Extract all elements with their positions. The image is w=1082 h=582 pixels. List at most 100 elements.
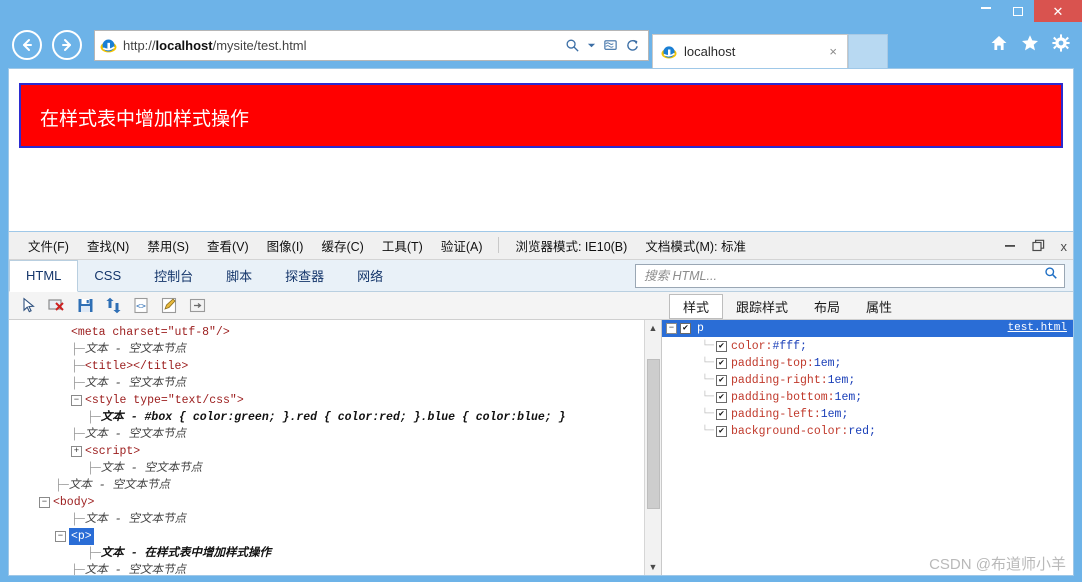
css-property-name[interactable]: padding-top: [731,357,814,370]
browser-mode-label[interactable]: 浏览器模式: IE10(B) [506,236,636,255]
css-property-value[interactable]: 1em; [814,357,842,370]
back-button[interactable] [12,30,42,60]
rptab-attributes[interactable]: 属性 [853,292,905,320]
search-input[interactable] [642,267,1044,284]
search-html-box[interactable] [635,263,1065,288]
dom-tree-row[interactable]: ├─ 文本 - 空文本节点 [9,426,661,443]
clear-selection-icon[interactable] [47,295,67,315]
search-icon[interactable] [1044,266,1058,285]
menu-images[interactable]: 图像(I) [258,236,313,255]
scroll-down-arrow-icon[interactable]: ▼ [644,558,661,575]
rptab-trace-styles[interactable]: 跟踪样式 [723,292,801,320]
style-source-link[interactable]: test.html [1008,322,1073,334]
dom-tree-row[interactable]: + <script> [9,443,661,460]
collapse-node-icon[interactable]: − [39,496,50,508]
tab-html[interactable]: HTML [9,259,79,293]
view-source-icon[interactable]: <> [131,295,151,315]
tab-profiler[interactable]: 探查器 [269,260,341,292]
devtools-close-button[interactable]: x [1061,240,1068,253]
refresh-icon[interactable] [625,38,640,53]
css-property-name[interactable]: padding-bottom: [731,391,835,404]
rptab-layout[interactable]: 布局 [801,292,853,320]
property-enabled-checkbox[interactable]: ✔ [716,374,728,386]
menu-find[interactable]: 查找(N) [78,236,138,255]
menu-view[interactable]: 查看(V) [198,236,258,255]
property-enabled-checkbox[interactable]: ✔ [716,391,728,403]
forward-button[interactable] [52,30,82,60]
scrollbar-thumb[interactable] [646,358,660,509]
property-enabled-checkbox[interactable]: ✔ [716,425,728,437]
rptab-styles[interactable]: 样式 [669,294,724,320]
menu-tools[interactable]: 工具(T) [373,236,432,255]
tab-console[interactable]: 控制台 [138,260,210,292]
dom-tree-scrollbar[interactable]: ▲ ▼ [644,319,661,575]
edit-icon[interactable] [159,295,179,315]
style-rule-row[interactable]: └─ ✔ padding-left: 1em; [662,406,1073,423]
style-rule-row[interactable]: └─ ✔ padding-top: 1em; [662,355,1073,372]
home-icon[interactable] [990,34,1008,57]
devtools-restore-button[interactable] [1031,239,1045,254]
document-mode-label[interactable]: 文档模式(M): 标准 [636,236,755,255]
dom-tree-row[interactable]: ├─ 文本 - 空文本节点 [9,511,661,528]
search-icon[interactable] [565,38,580,53]
style-rule-row[interactable]: └─ ✔ color: #fff; [662,338,1073,355]
css-property-value[interactable]: #fff; [772,340,807,353]
select-element-cursor-icon[interactable] [19,295,39,315]
outline-icon[interactable] [187,295,207,315]
css-property-name[interactable]: padding-right: [731,374,828,387]
dom-tree-row[interactable]: ├─ 文本 - 空文本节点 [9,562,661,575]
minimize-button[interactable] [970,0,1002,22]
menu-cache[interactable]: 缓存(C) [312,236,372,255]
expand-node-icon[interactable]: + [71,445,82,457]
dom-tree-row[interactable]: − <p> [9,527,661,545]
dom-tree-row[interactable]: ├─ 文本 - #box { color:green; }.red { color… [9,409,661,426]
menu-file[interactable]: 文件(F) [19,236,78,255]
menu-validate[interactable]: 验证(A) [432,236,492,255]
style-rule-row[interactable]: └─ ✔ background-color: red; [662,423,1073,440]
style-rule-row[interactable]: └─ ✔ padding-bottom: 1em; [662,389,1073,406]
dom-tree-row[interactable]: <meta charset="utf-8"/> [9,324,661,341]
menu-disable[interactable]: 禁用(S) [138,236,198,255]
rule-enabled-checkbox[interactable]: ✔ [680,322,691,334]
new-tab-button[interactable] [848,34,888,68]
property-enabled-checkbox[interactable]: ✔ [716,357,728,369]
css-property-value[interactable]: red; [848,425,876,438]
refresh-styles-icon[interactable] [103,295,123,315]
dom-tree-row[interactable]: ├─ 文本 - 空文本节点 [9,460,661,477]
style-rule-header[interactable]: − ✔ p test.html [662,319,1073,337]
css-property-name[interactable]: padding-left: [731,408,821,421]
dom-tree-row[interactable]: ├─ 文本 - 空文本节点 [9,375,661,392]
css-property-name[interactable]: color: [731,340,772,353]
dom-tree-row[interactable]: − <body> [9,494,661,511]
dom-tree-row[interactable]: ├─ 文本 - 空文本节点 [9,477,661,494]
chevron-down-icon[interactable] [587,41,596,50]
property-enabled-checkbox[interactable]: ✔ [716,408,728,420]
scroll-up-arrow-icon[interactable]: ▲ [644,319,661,337]
css-property-value[interactable]: 1em; [835,391,863,404]
css-property-value[interactable]: 1em; [828,374,856,387]
settings-gear-icon[interactable] [1052,33,1070,57]
collapse-rule-icon[interactable]: − [666,322,677,334]
browser-tab-localhost[interactable]: localhost × [652,34,848,68]
dom-tree-row[interactable]: ├─ 文本 - 在样式表中增加样式操作 [9,545,661,562]
tab-script[interactable]: 脚本 [210,260,269,292]
tab-close-icon[interactable]: × [825,44,841,59]
collapse-node-icon[interactable]: − [71,394,82,406]
address-bar[interactable]: http://localhost/mysite/test.html [94,29,649,61]
collapse-node-icon[interactable]: − [55,530,66,542]
tab-css[interactable]: CSS [78,260,138,292]
maximize-button[interactable] [1002,0,1034,22]
property-enabled-checkbox[interactable]: ✔ [716,340,728,352]
close-button[interactable]: ✕ [1034,0,1082,22]
tab-network[interactable]: 网络 [341,260,400,292]
compatibility-view-icon[interactable] [603,38,618,53]
dom-tree-row[interactable]: − <style type="text/css"> [9,392,661,409]
save-icon[interactable] [75,295,95,315]
devtools-minimize-button[interactable] [1004,239,1016,253]
favorites-star-icon[interactable] [1021,34,1039,57]
style-rule-row[interactable]: └─ ✔ padding-right: 1em; [662,372,1073,389]
dom-tree-row[interactable]: ├─ 文本 - 空文本节点 [9,341,661,358]
css-property-name[interactable]: background-color: [731,425,848,438]
dom-tree-row[interactable]: ├─ <title></title> [9,358,661,375]
css-property-value[interactable]: 1em; [821,408,849,421]
